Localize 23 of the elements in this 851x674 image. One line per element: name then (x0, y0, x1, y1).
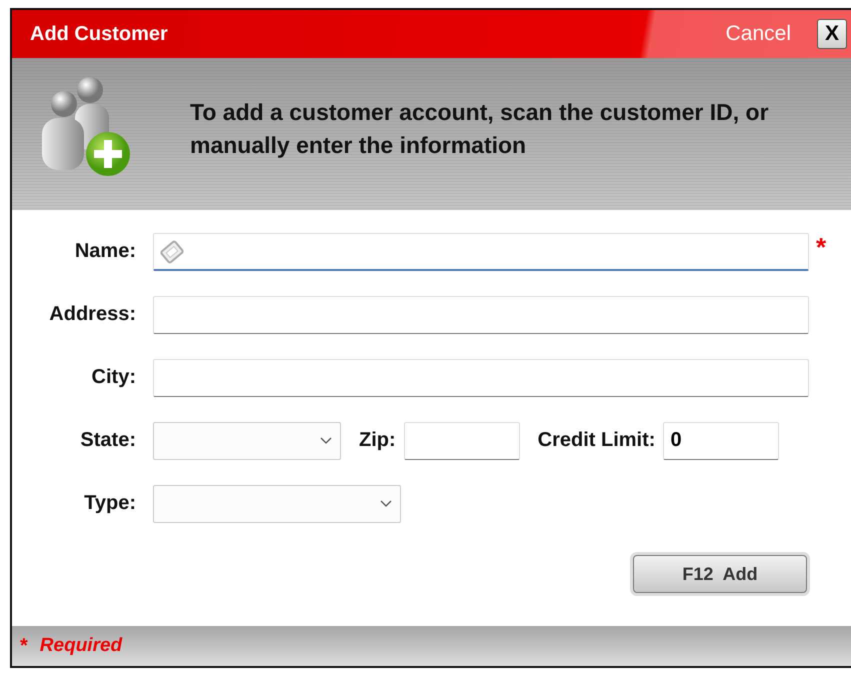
required-marker: * (20, 634, 28, 658)
input-field[interactable] (153, 296, 809, 334)
field-label: Name: (74, 240, 136, 263)
dropdown-field[interactable] (153, 422, 341, 460)
input-field[interactable] (404, 422, 520, 460)
chevron-down-icon (380, 500, 392, 508)
close-button[interactable]: X (817, 19, 847, 49)
field-label: State: (79, 429, 136, 452)
input-field[interactable] (153, 232, 809, 270)
chevron-down-icon (320, 436, 332, 444)
add-button[interactable]: F12 Add (633, 555, 807, 593)
required-marker: * (816, 232, 826, 263)
input-field[interactable]: 0 (663, 422, 780, 460)
field-label: Address: (48, 303, 136, 326)
window-title: Add Customer (30, 22, 169, 46)
dropdown-field[interactable] (153, 484, 401, 522)
field-label: Zip: (359, 429, 396, 452)
instruction-text: To add a customer account, scan the customer ID, or manually enter the information (190, 98, 770, 160)
field-label: Credit Limit: (538, 429, 656, 452)
input-field[interactable] (153, 358, 809, 396)
field-label: City: (90, 366, 136, 389)
required-note: Required (40, 635, 122, 657)
field-label: Type: (83, 492, 136, 515)
